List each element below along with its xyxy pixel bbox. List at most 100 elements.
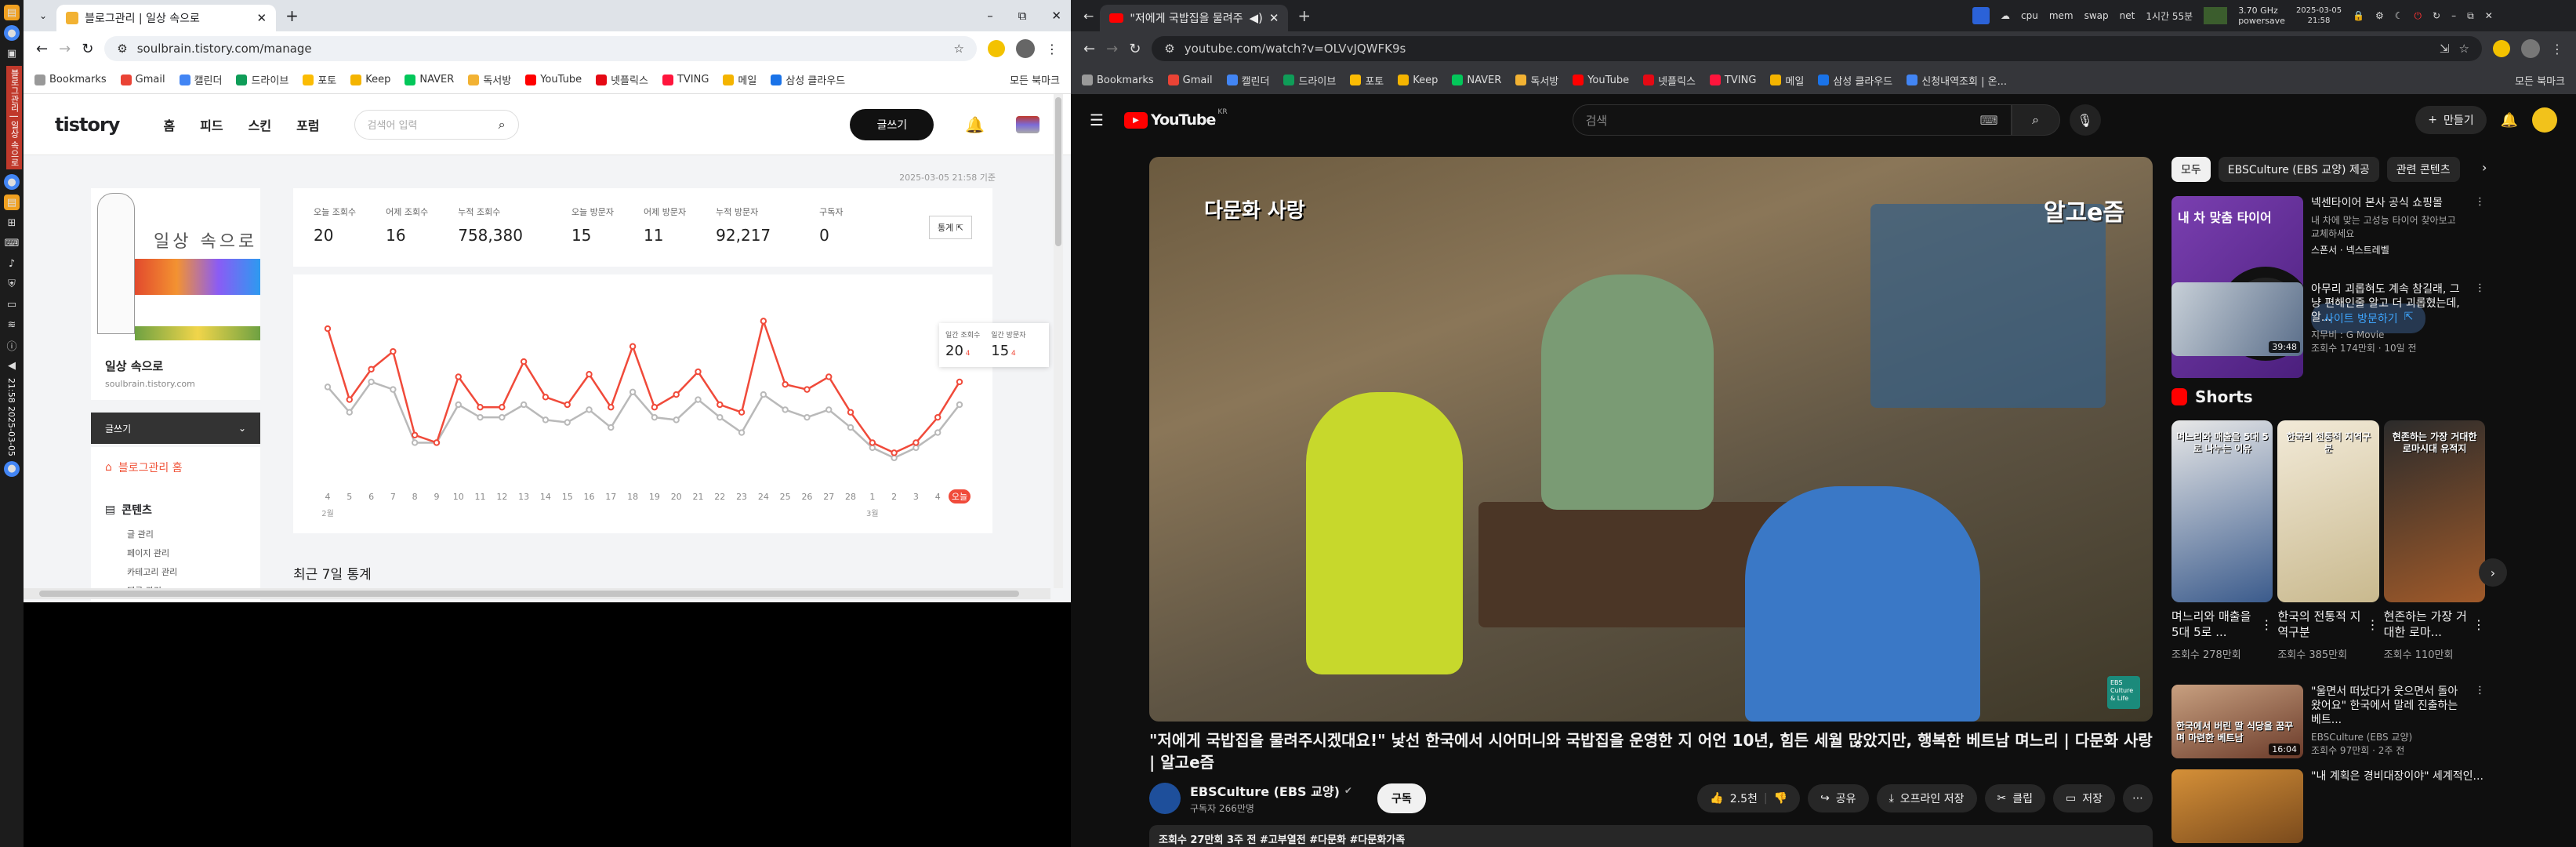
- reload-icon[interactable]: ↻: [82, 41, 93, 57]
- yt-site-info-icon[interactable]: ⚙: [1164, 42, 1174, 56]
- tistory-logo[interactable]: tistory: [55, 114, 120, 136]
- site-info-icon[interactable]: ⚙: [117, 42, 127, 56]
- youtube-logo-text[interactable]: YouTube: [1151, 111, 1216, 129]
- weather-tray-icon[interactable]: ☁: [2001, 10, 2010, 21]
- tis-bookmark-2[interactable]: 캘린더: [179, 72, 222, 87]
- data-point[interactable]: [912, 439, 920, 446]
- short-more-icon[interactable]: ⋮: [2473, 617, 2485, 632]
- yt-tab-close-icon[interactable]: ✕: [1269, 11, 1279, 25]
- vertical-scrollbar[interactable]: [1054, 94, 1063, 588]
- yt-bookmark-9[interactable]: 넷플릭스: [1643, 73, 1696, 88]
- short-thumbnail[interactable]: 현존하는 가장 거대한 로마시대 유적지: [2383, 420, 2485, 602]
- tis-bookmark-6[interactable]: NAVER: [405, 74, 454, 85]
- data-point[interactable]: [433, 439, 441, 446]
- refresh-tray-icon[interactable]: ↻: [2433, 10, 2440, 21]
- speaker-icon[interactable]: ◀): [1249, 11, 1262, 25]
- rec2-channel[interactable]: EBSCulture (EBS 교양): [2311, 730, 2467, 743]
- share-button[interactable]: ↪ 공유: [1808, 783, 1869, 812]
- files-icon[interactable]: ▤: [4, 194, 20, 211]
- yt-window-max-icon[interactable]: ⧉: [2467, 10, 2474, 22]
- nav-item-0[interactable]: 홈: [163, 115, 175, 134]
- youtube-logo-icon[interactable]: ▶: [1123, 111, 1148, 129]
- data-point[interactable]: [586, 371, 593, 378]
- yt-extension-icon[interactable]: [2493, 40, 2510, 57]
- yt-bookmark-3[interactable]: 드라이브: [1283, 73, 1336, 88]
- yt-new-tab-icon[interactable]: +: [1288, 6, 1320, 25]
- download-button[interactable]: ⤓ 오프라인 저장: [1876, 783, 1977, 812]
- blog-url[interactable]: soulbrain.tistory.com: [105, 379, 246, 389]
- chips-next-icon[interactable]: ›: [2482, 160, 2487, 175]
- short-title[interactable]: 며느리와 매출을 5대 5로 ...: [2171, 609, 2260, 640]
- thumbs-down-icon[interactable]: 👎: [1774, 792, 1787, 805]
- short-item[interactable]: 며느리와 매출을 5대 5로 나누는 이유 며느리와 매출을 5대 5로 ... ⋮…: [2171, 420, 2273, 661]
- short-item[interactable]: 현존하는 가장 거대한 로마시대 유적지 현존하는 가장 거대한 로마... ⋮ 조회…: [2383, 420, 2485, 661]
- menu-icon[interactable]: ⋮: [1046, 42, 1058, 56]
- ad-title[interactable]: 넥센타이어 본사 공식 쇼핑몰: [2311, 196, 2467, 210]
- write-button[interactable]: 글쓰기: [850, 108, 934, 140]
- keyboard-icon[interactable]: ⌨: [1979, 113, 1997, 128]
- nav-item-3[interactable]: 포럼: [296, 115, 319, 134]
- data-point[interactable]: [499, 413, 506, 421]
- shield-icon[interactable]: ⛨: [4, 276, 20, 292]
- yt-menu-icon[interactable]: ⋮: [2551, 42, 2563, 56]
- data-point[interactable]: [760, 391, 767, 398]
- create-button[interactable]: + 만들기: [2415, 106, 2487, 134]
- data-point[interactable]: [695, 368, 702, 376]
- chrome-icon-3[interactable]: ●: [4, 460, 20, 477]
- shorts-next-icon[interactable]: ›: [2479, 558, 2507, 587]
- yt-search-input[interactable]: 검색 ⌨: [1572, 104, 2012, 136]
- data-point[interactable]: [390, 386, 397, 393]
- tis-bookmark-8[interactable]: YouTube: [525, 74, 582, 85]
- yt-bell-icon[interactable]: 🔔: [2501, 112, 2518, 129]
- rec2-thumbnail[interactable]: 한국에서 버린 딸 식당을 꿈꾸며 마련한 베트남 16:04: [2171, 685, 2303, 758]
- data-point[interactable]: [586, 406, 593, 413]
- address-bar[interactable]: ⚙ soulbrain.tistory.com/manage ☆: [104, 36, 977, 61]
- bookmark-star-icon[interactable]: ☆: [954, 42, 964, 56]
- data-point[interactable]: [956, 401, 963, 409]
- blog-home-link[interactable]: ⌂ 블로그관리 홈: [105, 460, 246, 475]
- settings-tray-icon[interactable]: ⚙: [2375, 10, 2384, 21]
- short-item[interactable]: 한국의 전통적 지역구분 한국의 전통적 지역구분 ⋮ 조회수 385만회: [2277, 420, 2379, 661]
- yt-bookmark-0[interactable]: Bookmarks: [1082, 75, 1154, 86]
- window-close-icon[interactable]: ✕: [1042, 9, 1071, 23]
- data-point[interactable]: [782, 380, 789, 388]
- data-point[interactable]: [804, 386, 811, 393]
- yt-bookmark-12[interactable]: 삼성 클라우드: [1818, 73, 1892, 88]
- yt-bookmark-10[interactable]: TVING: [1709, 75, 1756, 86]
- search-icon[interactable]: ⌕: [499, 117, 506, 133]
- stats-button[interactable]: 통계 ⇱: [929, 216, 972, 239]
- chrome-icon-2[interactable]: ●: [4, 174, 20, 191]
- camera-tray-icon[interactable]: [1972, 7, 1990, 24]
- scrollbar-thumb[interactable]: [39, 591, 1019, 597]
- short-title[interactable]: 현존하는 가장 거대한 로마...: [2384, 609, 2473, 640]
- yt-bookmark-2[interactable]: 캘린더: [1226, 73, 1269, 88]
- data-point[interactable]: [673, 391, 680, 398]
- yt-search-button[interactable]: ⌕: [2011, 104, 2060, 136]
- short-thumbnail[interactable]: 한국의 전통적 지역구분: [2277, 420, 2379, 602]
- horizontal-scrollbar[interactable]: [24, 588, 1050, 599]
- data-point[interactable]: [804, 413, 811, 421]
- yt-bookmark-11[interactable]: 메일: [1770, 73, 1804, 88]
- data-point[interactable]: [368, 365, 375, 373]
- lock-icon[interactable]: 🔒: [2353, 10, 2364, 21]
- rec3-thumbnail[interactable]: [2171, 769, 2303, 843]
- short-thumbnail[interactable]: 며느리와 매출을 5대 5로 나누는 이유: [2171, 420, 2273, 602]
- tis-bookmark-5[interactable]: Keep: [350, 74, 390, 85]
- wifi-icon[interactable]: ≋: [4, 317, 20, 333]
- chip-1[interactable]: EBSCulture (EBS 교양) 제공: [2218, 157, 2379, 182]
- content-menu-item[interactable]: 페이지 관리: [127, 544, 246, 563]
- chrome-icon[interactable]: ●: [4, 25, 20, 41]
- folder-icon[interactable]: ▤: [4, 5, 20, 20]
- video-player[interactable]: 다문화 사랑 알고e즘 EBS Culture & Life: [1149, 157, 2153, 722]
- data-point[interactable]: [629, 388, 637, 396]
- terminal-icon[interactable]: ▣: [4, 45, 20, 61]
- data-point[interactable]: [520, 401, 528, 409]
- profile-icon[interactable]: [1016, 39, 1035, 58]
- data-point[interactable]: [934, 413, 942, 421]
- short-title[interactable]: 한국의 전통적 지역구분: [2277, 609, 2366, 640]
- data-point[interactable]: [608, 404, 615, 411]
- data-point[interactable]: [346, 396, 353, 403]
- data-point[interactable]: [738, 429, 746, 436]
- taskbar-window-label[interactable]: 블로그관리 | 일상 속으로: [6, 66, 22, 170]
- mic-icon[interactable]: 🎙: [2069, 104, 2101, 136]
